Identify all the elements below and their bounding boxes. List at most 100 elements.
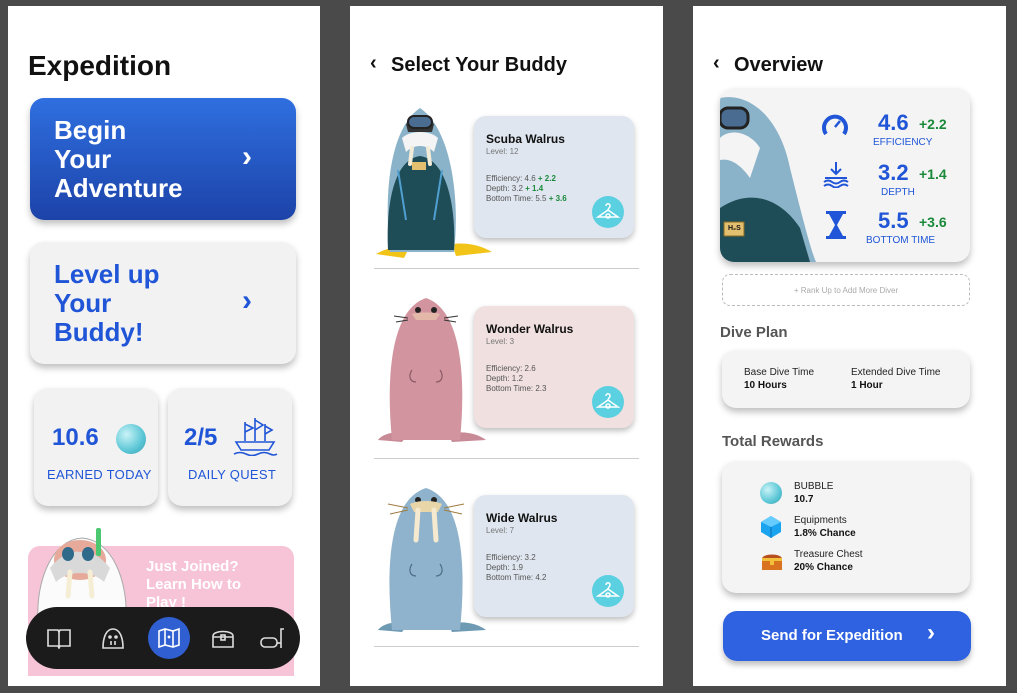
efficiency-value: 4.6 — [878, 110, 909, 135]
nav-snorkel[interactable] — [254, 619, 292, 657]
buddy-efficiency: Efficiency: 3.2 — [486, 553, 536, 562]
begin-line-1: Begin — [54, 115, 127, 145]
chest-icon — [212, 630, 234, 648]
extended-dive-label: Extended Dive Time — [851, 367, 941, 378]
depth-bonus: + 1.4 — [525, 184, 544, 193]
daily-quest-card[interactable]: 2/5 DAILY QUEST — [168, 388, 292, 506]
chevron-right-icon: › — [242, 284, 252, 317]
send-label: Send for Expedition — [761, 627, 903, 644]
begin-line-3: Adventure — [54, 173, 183, 203]
divider — [374, 646, 639, 647]
depth-bonus: +1.4 — [919, 166, 947, 182]
bottom-time-bonus: + 3.6 — [548, 194, 567, 203]
nav-map-active[interactable] — [148, 617, 190, 659]
ship-icon — [233, 418, 278, 456]
divider — [374, 268, 639, 269]
map-icon — [158, 627, 180, 649]
begin-adventure-button[interactable]: Begin Your Adventure › — [30, 98, 296, 220]
select-buddy-screen: ‹ Select Your Buddy Scuba Walrus Level: … — [350, 6, 663, 686]
nav-chest[interactable] — [204, 619, 242, 657]
reward-name: BUBBLE — [794, 481, 834, 492]
dive-plan-heading: Dive Plan — [720, 324, 788, 341]
buddy-icon — [102, 628, 124, 649]
depth-label: DEPTH — [881, 187, 915, 198]
buddy-card[interactable]: Wonder Walrus Level: 3 Efficiency: 2.6 D… — [474, 306, 634, 428]
reward-name: Treasure Chest — [794, 549, 863, 560]
quest-value: 2/5 — [184, 424, 218, 451]
quest-label: DAILY QUEST — [188, 467, 277, 482]
treasure-chest-icon — [762, 554, 782, 570]
send-for-expedition-button[interactable]: Send for Expedition › — [723, 611, 971, 661]
page-title: Expedition — [28, 50, 172, 81]
equip-hanger-icon[interactable] — [592, 196, 624, 228]
promo-line-2: Learn How to — [146, 576, 242, 593]
earned-today-card[interactable]: 10.6 EARNED TODAY — [34, 388, 158, 506]
buddy-efficiency: Efficiency: 2.6 — [486, 364, 536, 373]
book-icon — [47, 629, 71, 649]
overview-screen: ‹ Overview H₂S 4.6 +2.2 EFFICIENCY 3.2 +… — [693, 6, 1006, 686]
hourglass-icon — [826, 211, 846, 239]
scuba-walrus-portrait — [720, 97, 816, 262]
wonder-walrus-illustration — [378, 298, 486, 442]
efficiency-bonus: + 2.2 — [537, 174, 556, 183]
buddy-depth: Depth: 1.9 — [486, 563, 523, 572]
levelup-line-3: Buddy! — [54, 317, 144, 347]
begin-line-2: Your — [54, 144, 112, 174]
bottom-nav-bar — [26, 607, 300, 669]
walrus-mascot-illustration — [37, 528, 127, 620]
scuba-walrus-illustration — [376, 108, 492, 258]
chevron-right-icon: › — [927, 619, 935, 646]
page-title: Overview — [734, 54, 823, 76]
promo-line-1: Just Joined? — [146, 558, 239, 575]
equip-hanger-icon[interactable] — [592, 386, 624, 418]
reward-name: Equipments — [794, 515, 847, 526]
add-diver-label: + Rank Up to Add More Diver — [793, 285, 899, 295]
buddy-card[interactable]: Wide Walrus Level: 7 Efficiency: 3.2 Dep… — [474, 495, 634, 617]
buddy-depth: Depth: 1.2 — [486, 374, 523, 383]
earned-label: EARNED TODAY — [47, 467, 152, 482]
bottom-time-value: 5.5 — [878, 208, 909, 233]
back-chevron-icon[interactable]: ‹ — [370, 52, 377, 75]
equip-hanger-icon[interactable] — [592, 575, 624, 607]
dive-plan-card: Base Dive Time 10 Hours Extended Dive Ti… — [722, 350, 970, 408]
bottom-time-label: BOTTOM TIME — [866, 235, 936, 246]
nav-book[interactable] — [40, 619, 78, 657]
total-rewards-heading: Total Rewards — [722, 433, 824, 450]
add-diver-slot[interactable]: + Rank Up to Add More Diver — [722, 274, 970, 306]
base-dive-label: Base Dive Time — [744, 367, 815, 378]
buddy-name: Wide Walrus — [486, 511, 558, 525]
buddy-name: Wonder Walrus — [486, 322, 574, 336]
nav-buddy[interactable] — [94, 619, 132, 657]
extended-dive-value: 1 Hour — [851, 380, 883, 391]
earned-value: 10.6 — [52, 424, 99, 451]
reward-value: 10.7 — [794, 494, 814, 505]
badge-label: H₂S — [728, 225, 741, 232]
divider — [374, 458, 639, 459]
page-title: Select Your Buddy — [391, 54, 567, 76]
efficiency-gauge-icon — [822, 114, 848, 136]
wide-walrus-illustration — [378, 488, 486, 632]
back-chevron-icon[interactable]: ‹ — [713, 52, 720, 75]
base-dive-value: 10 Hours — [744, 380, 787, 391]
chevron-right-icon: › — [242, 140, 252, 173]
bubble-icon — [116, 424, 146, 454]
efficiency-bonus: +2.2 — [919, 116, 947, 132]
levelup-line-1: Level up — [54, 259, 160, 289]
snorkel-icon — [260, 628, 284, 648]
rewards-card: BUBBLE 10.7 Equipments 1.8% Chance Treas… — [722, 461, 970, 593]
levelup-line-2: Your — [54, 288, 112, 318]
bubble-icon — [760, 482, 782, 504]
efficiency-label: EFFICIENCY — [873, 137, 933, 148]
buddy-stats-card: H₂S 4.6 +2.2 EFFICIENCY 3.2 +1.4 DEPTH 5… — [720, 88, 970, 262]
depth-value: 3.2 — [878, 160, 909, 185]
buddy-bottom-time: Bottom Time: 2.3 — [486, 384, 547, 393]
gem-icon — [761, 516, 781, 538]
reward-value: 1.8% Chance — [794, 528, 856, 539]
reward-value: 20% Chance — [794, 562, 853, 573]
level-up-buddy-button[interactable]: Level up Your Buddy! › — [30, 242, 296, 364]
buddy-bottom-time: Bottom Time: 4.2 — [486, 573, 547, 582]
buddy-card[interactable]: Scuba Walrus Level: 12 Efficiency: 4.6 +… — [474, 116, 634, 238]
bottom-time-bonus: +3.6 — [919, 214, 947, 230]
home-screen: Expedition Begin Your Adventure › Level … — [8, 6, 320, 686]
depth-icon — [823, 162, 849, 188]
